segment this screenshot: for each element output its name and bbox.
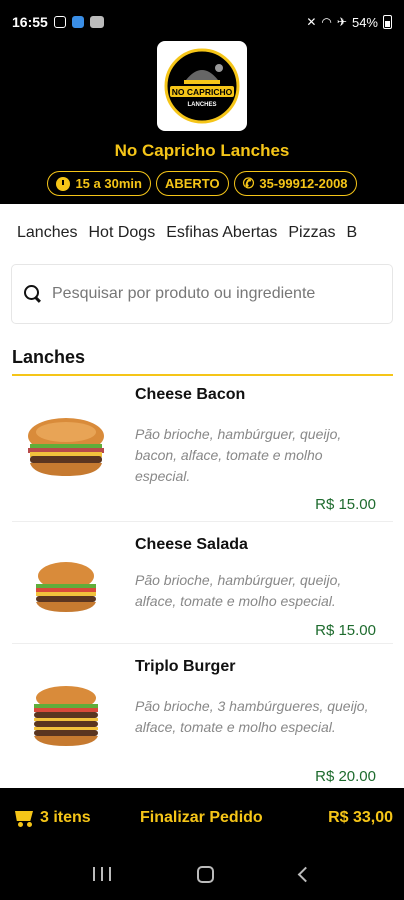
svg-text:NO CAPRICHO: NO CAPRICHO (172, 87, 233, 97)
store-info-pills: 15 a 30min ABERTO ✆ 35-99912-2008 (0, 171, 404, 196)
delivery-time: 15 a 30min (75, 176, 142, 191)
notification-icon (89, 16, 104, 28)
clock-icon (56, 176, 71, 191)
cart-total: R$ 33,00 (328, 809, 393, 826)
twitter-icon (71, 16, 84, 28)
checkout-button[interactable]: Finalizar Pedido (140, 809, 263, 827)
home-icon[interactable] (197, 865, 214, 883)
tab-more[interactable]: B (347, 224, 358, 242)
mute-icon: ✕ (306, 15, 317, 29)
cart-bar[interactable]: 3 itens Finalizar Pedido R$ 33,00 (0, 788, 404, 848)
product-item[interactable]: Triplo Burger Pão brioche, 3 hambúrguere… (12, 644, 393, 788)
store-name: No Capricho Lanches (114, 141, 290, 160)
battery-icon (383, 15, 392, 29)
open-status-pill: ABERTO (155, 171, 229, 196)
product-price: R$ 15.00 (315, 622, 376, 639)
phone-pill[interactable]: ✆ 35-99912-2008 (233, 171, 357, 196)
product-price: R$ 20.00 (315, 768, 376, 785)
product-price: R$ 15.00 (315, 496, 376, 513)
search-icon (24, 285, 42, 303)
status-left: 16:55 (12, 14, 104, 30)
cheese-bacon-image (28, 418, 104, 476)
delivery-time-pill: 15 a 30min (47, 171, 151, 196)
wifi-icon: ◠ (321, 15, 332, 29)
tab-lanches[interactable]: Lanches (17, 224, 78, 242)
tab-pizzas[interactable]: Pizzas (288, 224, 335, 242)
product-item[interactable]: Cheese Bacon Pão brioche, hambúrguer, qu… (12, 376, 393, 522)
search-input[interactable]: Pesquisar por produto ou ingrediente (11, 264, 393, 324)
tab-hot-dogs[interactable]: Hot Dogs (89, 224, 156, 242)
phone-number: 35-99912-2008 (259, 176, 348, 191)
category-tabs[interactable]: Lanches Hot Dogs Esfihas Abertas Pizzas … (0, 204, 404, 262)
airplane-icon: ✈ (336, 15, 347, 29)
status-right: ✕ ◠ ✈ 54% (306, 15, 392, 30)
instagram-icon (53, 16, 66, 28)
open-status: ABERTO (164, 176, 220, 191)
cart-icon (12, 809, 34, 827)
product-name: Triplo Burger (135, 658, 236, 675)
tab-esfihas-abertas[interactable]: Esfihas Abertas (166, 224, 277, 242)
triplo-burger-image (34, 686, 98, 746)
product-name: Cheese Salada (135, 536, 248, 553)
section-title: Lanches (12, 347, 86, 367)
store-header: NO CAPRICHO LANCHES No Capricho Lanches … (0, 41, 404, 204)
status-bar: 16:55 ✕ ◠ ✈ 54% (0, 0, 404, 44)
burger-logo-icon: NO CAPRICHO LANCHES (164, 48, 240, 124)
cheese-salada-image (36, 562, 96, 612)
cart-summary[interactable]: 3 itens (12, 809, 91, 827)
product-name: Cheese Bacon (135, 386, 246, 403)
main-content: Lanches Hot Dogs Esfihas Abertas Pizzas … (0, 204, 404, 788)
product-item[interactable]: Cheese Salada Pão brioche, hambúrguer, q… (12, 522, 393, 644)
phone-icon: ✆ (242, 175, 255, 191)
back-icon[interactable] (297, 866, 314, 882)
product-description: Pão brioche, hambúrguer, queijo, alface,… (135, 572, 342, 609)
store-logo: NO CAPRICHO LANCHES (157, 41, 247, 131)
system-nav-bar (0, 848, 404, 900)
search-placeholder: Pesquisar por produto ou ingrediente (52, 285, 316, 302)
status-time: 16:55 (12, 14, 48, 30)
recent-apps-icon[interactable] (93, 867, 111, 881)
svg-text:LANCHES: LANCHES (187, 102, 216, 108)
cart-items-count: 3 itens (40, 809, 91, 826)
product-description: Pão brioche, 3 hambúrgueres, queijo, alf… (135, 698, 369, 735)
battery-percent: 54% (351, 14, 378, 30)
product-description: Pão brioche, hambúrguer, queijo, bacon, … (135, 426, 342, 484)
